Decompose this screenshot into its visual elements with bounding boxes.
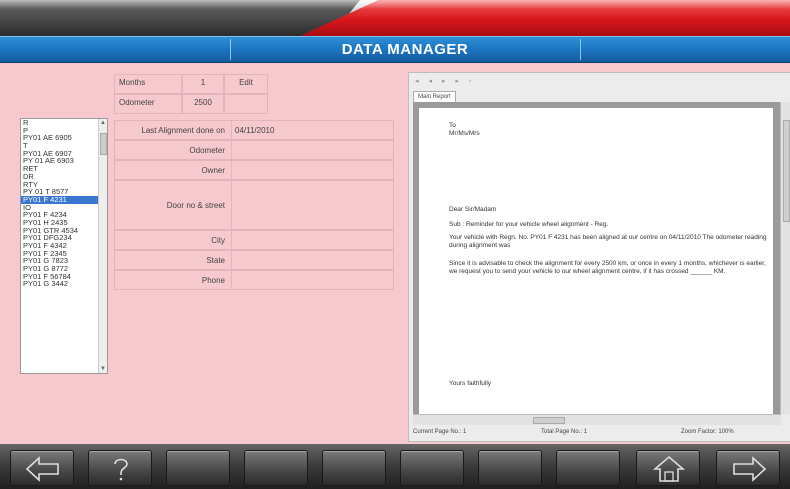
scroll-down-icon[interactable]: ▼	[100, 366, 106, 372]
report-paragraph-1: Your vehicle with Regn. No. PY01 F 4231 …	[449, 234, 767, 249]
blank-button-1[interactable]	[166, 450, 230, 486]
vehicle-list-item[interactable]: R	[21, 119, 107, 127]
tab-main-report[interactable]: Main Report	[413, 91, 456, 102]
help-button[interactable]	[88, 450, 152, 486]
vehicle-list-item[interactable]: PY01 G 3442	[21, 280, 107, 288]
report-viewer: ◂ ◂ ▸ ▸ ▫ Main Report To Mr/Ms/Mrs Dear …	[408, 72, 790, 442]
months-value: 1	[182, 74, 224, 94]
last-alignment-value[interactable]: 04/11/2010	[235, 126, 274, 135]
report-subject: Sub : Reminder for your vehicle wheel al…	[449, 221, 609, 228]
detail-row-address: Door no & street	[114, 180, 394, 230]
home-icon	[652, 455, 686, 482]
report-to-name: Mr/Ms/Mrs	[449, 130, 480, 137]
vehicle-list-item[interactable]: PY01 AE 6905	[21, 134, 107, 142]
blank-button-6[interactable]	[556, 450, 620, 486]
blank-button-4[interactable]	[400, 450, 464, 486]
back-button[interactable]	[10, 450, 74, 486]
blank-button-3[interactable]	[322, 450, 386, 486]
back-arrow-icon	[25, 456, 59, 482]
vehicle-listbox[interactable]: R P PY01 AE 6905 T PY01 AE 6907 PY 01 AE 6903…	[20, 118, 108, 374]
detail-row-odometer: Odometer	[114, 140, 394, 160]
report-document-area: To Mr/Ms/Mrs Dear Sir/Madam Sub : Remind…	[413, 102, 781, 414]
report-toolbar-icons[interactable]: ◂ ◂ ▸ ▸ ▫	[415, 77, 475, 85]
title-bar: DATA MANAGER	[0, 36, 790, 63]
scroll-up-icon[interactable]: ▲	[100, 120, 106, 126]
forward-button[interactable]	[716, 450, 780, 486]
report-paragraph-2: Since it is advisable to check the align…	[449, 260, 766, 275]
detail-row-state: State	[114, 250, 394, 270]
report-page: To Mr/Ms/Mrs Dear Sir/Madam Sub : Remind…	[419, 108, 773, 414]
months-label: Months	[114, 74, 182, 94]
odometer-value: 2500	[182, 94, 224, 114]
help-icon	[114, 458, 128, 481]
listbox-scrollbar[interactable]: ▲ ▼	[98, 119, 107, 373]
vehicle-list-item[interactable]: PY01 F 4231	[21, 196, 107, 204]
report-closing: Yours faithfully	[449, 380, 492, 387]
detail-row-owner: Owner	[114, 160, 394, 180]
odometer-label: Odometer	[114, 94, 182, 114]
report-vertical-scrollbar[interactable]	[780, 102, 790, 414]
zoom-status: Zoom Factor: 100%	[681, 429, 734, 435]
total-page-status: Total Page No.: 1	[541, 429, 588, 435]
report-to-line: To	[449, 122, 456, 129]
top-banner	[0, 0, 790, 36]
report-horizontal-scrollbar[interactable]	[413, 414, 781, 425]
forward-arrow-icon	[733, 456, 767, 482]
home-button[interactable]	[636, 450, 700, 486]
report-salutation: Dear Sir/Madam	[449, 206, 497, 213]
detail-row-phone: Phone	[114, 270, 394, 290]
detail-row-last-alignment: Last Alignment done on 04/11/2010	[114, 120, 394, 140]
edit-button[interactable]: Edit	[224, 74, 268, 94]
blank-button-2[interactable]	[244, 450, 308, 486]
detail-row-city: City	[114, 230, 394, 250]
blank-button-5[interactable]	[478, 450, 542, 486]
bottom-toolbar	[0, 444, 790, 489]
page-title: DATA MANAGER	[341, 41, 469, 58]
current-page-status: Current Page No.: 1	[413, 429, 467, 435]
